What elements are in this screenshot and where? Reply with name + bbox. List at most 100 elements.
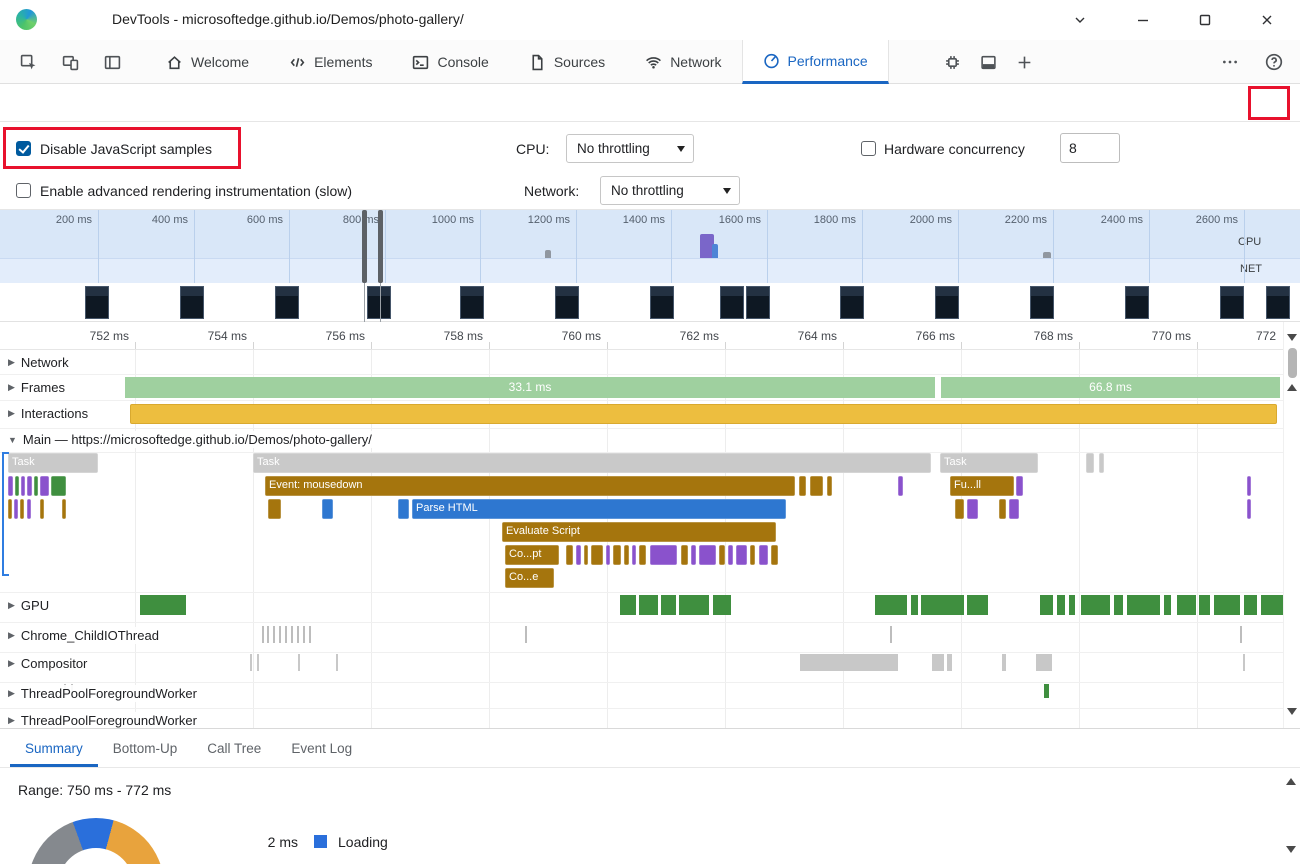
tab-bottom-up[interactable]: Bottom-Up (98, 729, 193, 767)
flame-bar[interactable] (606, 545, 610, 565)
flame-bar[interactable] (799, 476, 806, 496)
flame-bar[interactable] (584, 545, 588, 565)
gpu-bar[interactable] (1057, 595, 1065, 615)
inspect-icon[interactable] (14, 48, 42, 76)
flame-bar[interactable] (999, 499, 1006, 519)
flame-bar[interactable] (15, 476, 19, 496)
device-emulation-icon[interactable] (56, 48, 84, 76)
scroll-up-icon[interactable] (1287, 384, 1297, 391)
scroll-down-icon[interactable] (1287, 334, 1297, 341)
flame-bar[interactable]: Event: mousedown (265, 476, 795, 496)
flame-bar[interactable] (27, 476, 32, 496)
tab-welcome[interactable]: Welcome (146, 40, 269, 84)
flame-bar[interactable]: Co...e (505, 568, 554, 588)
gpu-bar[interactable] (713, 595, 731, 615)
close-button[interactable] (1252, 6, 1282, 34)
filmstrip-thumbnail[interactable] (840, 286, 864, 319)
flame-bar[interactable] (1247, 499, 1251, 519)
focus-panel-icon[interactable] (98, 48, 126, 76)
gpu-bar[interactable] (639, 595, 658, 615)
gpu-bar[interactable] (679, 595, 709, 615)
scroll-down-icon[interactable] (1286, 846, 1296, 853)
flame-bar[interactable] (1247, 476, 1251, 496)
tab-summary[interactable]: Summary (10, 729, 98, 767)
add-tab-icon[interactable] (1007, 40, 1043, 84)
tracks-scrollbar[interactable] (1283, 322, 1300, 728)
flame-bar[interactable] (34, 476, 38, 496)
maximize-button[interactable] (1190, 6, 1220, 34)
flame-bar[interactable] (398, 499, 409, 519)
gpu-bar[interactable] (1164, 595, 1171, 615)
flame-bar[interactable]: Co...pt (505, 545, 559, 565)
summary-scrollbar[interactable] (1283, 768, 1300, 864)
gpu-bar[interactable] (661, 595, 676, 615)
frames-bar[interactable]: 33.1 ms (125, 377, 935, 398)
flame-bar[interactable] (591, 545, 603, 565)
track-network[interactable]: ▶Network (6, 354, 75, 371)
flame-bar[interactable] (51, 476, 66, 496)
filmstrip-thumbnail[interactable] (1125, 286, 1149, 319)
flame-bar[interactable] (650, 545, 677, 565)
filmstrip-thumbnail[interactable] (275, 286, 299, 319)
track-interactions[interactable]: ▶Interactions (6, 405, 94, 422)
gpu-bar[interactable] (911, 595, 918, 615)
flame-bar[interactable]: Parse HTML (412, 499, 786, 519)
frames-bar[interactable]: 66.8 ms (941, 377, 1280, 398)
disable-js-samples-checkbox[interactable] (16, 141, 31, 156)
flame-bar[interactable] (691, 545, 696, 565)
tab-network[interactable]: Network (625, 40, 741, 84)
flame-bar[interactable] (728, 545, 733, 565)
overview-window-right-handle[interactable] (378, 210, 383, 283)
track-threadpool-2[interactable]: ▶ThreadPoolForegroundWorker (6, 712, 203, 728)
filmstrip-thumbnail[interactable] (935, 286, 959, 319)
filmstrip-thumbnail[interactable] (720, 286, 744, 319)
filmstrip-thumbnail[interactable] (85, 286, 109, 319)
flame-bar[interactable] (955, 499, 964, 519)
gpu-bar[interactable] (1081, 595, 1110, 615)
experiments-chip-icon[interactable] (935, 40, 971, 84)
flame-bar[interactable]: Task (940, 453, 1038, 473)
timeline-overview[interactable]: CPU NET 200 ms400 ms600 ms800 ms1000 ms1… (0, 210, 1300, 283)
gpu-bar[interactable] (140, 595, 186, 615)
flame-bar[interactable] (827, 476, 832, 496)
scrollbar-thumb[interactable] (1288, 348, 1297, 378)
hardware-concurrency-input[interactable] (1060, 133, 1120, 163)
flame-bar[interactable] (20, 499, 24, 519)
flame-bar[interactable] (40, 476, 49, 496)
overview-window-left-handle[interactable] (362, 210, 367, 283)
flame-bar[interactable] (759, 545, 768, 565)
track-gpu[interactable]: ▶GPU (6, 597, 55, 614)
flame-bar[interactable] (771, 545, 778, 565)
cpu-throttle-select[interactable]: No throttling (566, 134, 694, 163)
tab-call-tree[interactable]: Call Tree (192, 729, 276, 767)
gpu-bar[interactable] (1040, 595, 1053, 615)
dock-layout-icon[interactable] (971, 40, 1007, 84)
flame-bar[interactable] (322, 499, 333, 519)
tab-console[interactable]: Console (392, 40, 508, 84)
flame-bar[interactable]: Evaluate Script (502, 522, 776, 542)
network-throttle-select[interactable]: No throttling (600, 176, 740, 205)
gpu-bar[interactable] (1261, 595, 1283, 615)
help-icon[interactable] (1260, 48, 1288, 76)
flame-bar[interactable] (810, 476, 823, 496)
tab-event-log[interactable]: Event Log (276, 729, 367, 767)
flame-bar[interactable] (967, 499, 978, 519)
gpu-bar[interactable] (1177, 595, 1196, 615)
track-main[interactable]: ▼Main — https://microsoftedge.github.io/… (6, 431, 378, 448)
flame-bar[interactable]: Task (253, 453, 931, 473)
flame-bar[interactable]: Task (8, 453, 98, 473)
filmstrip-thumbnail[interactable] (1220, 286, 1244, 319)
filmstrip-thumbnail[interactable] (746, 286, 770, 319)
flame-bar[interactable] (21, 476, 25, 496)
flame-bar[interactable] (576, 545, 581, 565)
dock-menu-chevron-icon[interactable] (1065, 6, 1095, 34)
flame-bar[interactable] (27, 499, 31, 519)
scroll-down-icon[interactable] (1287, 708, 1297, 715)
flame-bar[interactable] (736, 545, 747, 565)
tab-performance[interactable]: Performance (742, 40, 889, 84)
flame-bar[interactable] (1099, 453, 1104, 473)
advanced-rendering-checkbox[interactable] (16, 183, 31, 198)
flame-bar[interactable] (750, 545, 755, 565)
scroll-up-icon[interactable] (1286, 778, 1296, 785)
gpu-bar[interactable] (1069, 595, 1075, 615)
